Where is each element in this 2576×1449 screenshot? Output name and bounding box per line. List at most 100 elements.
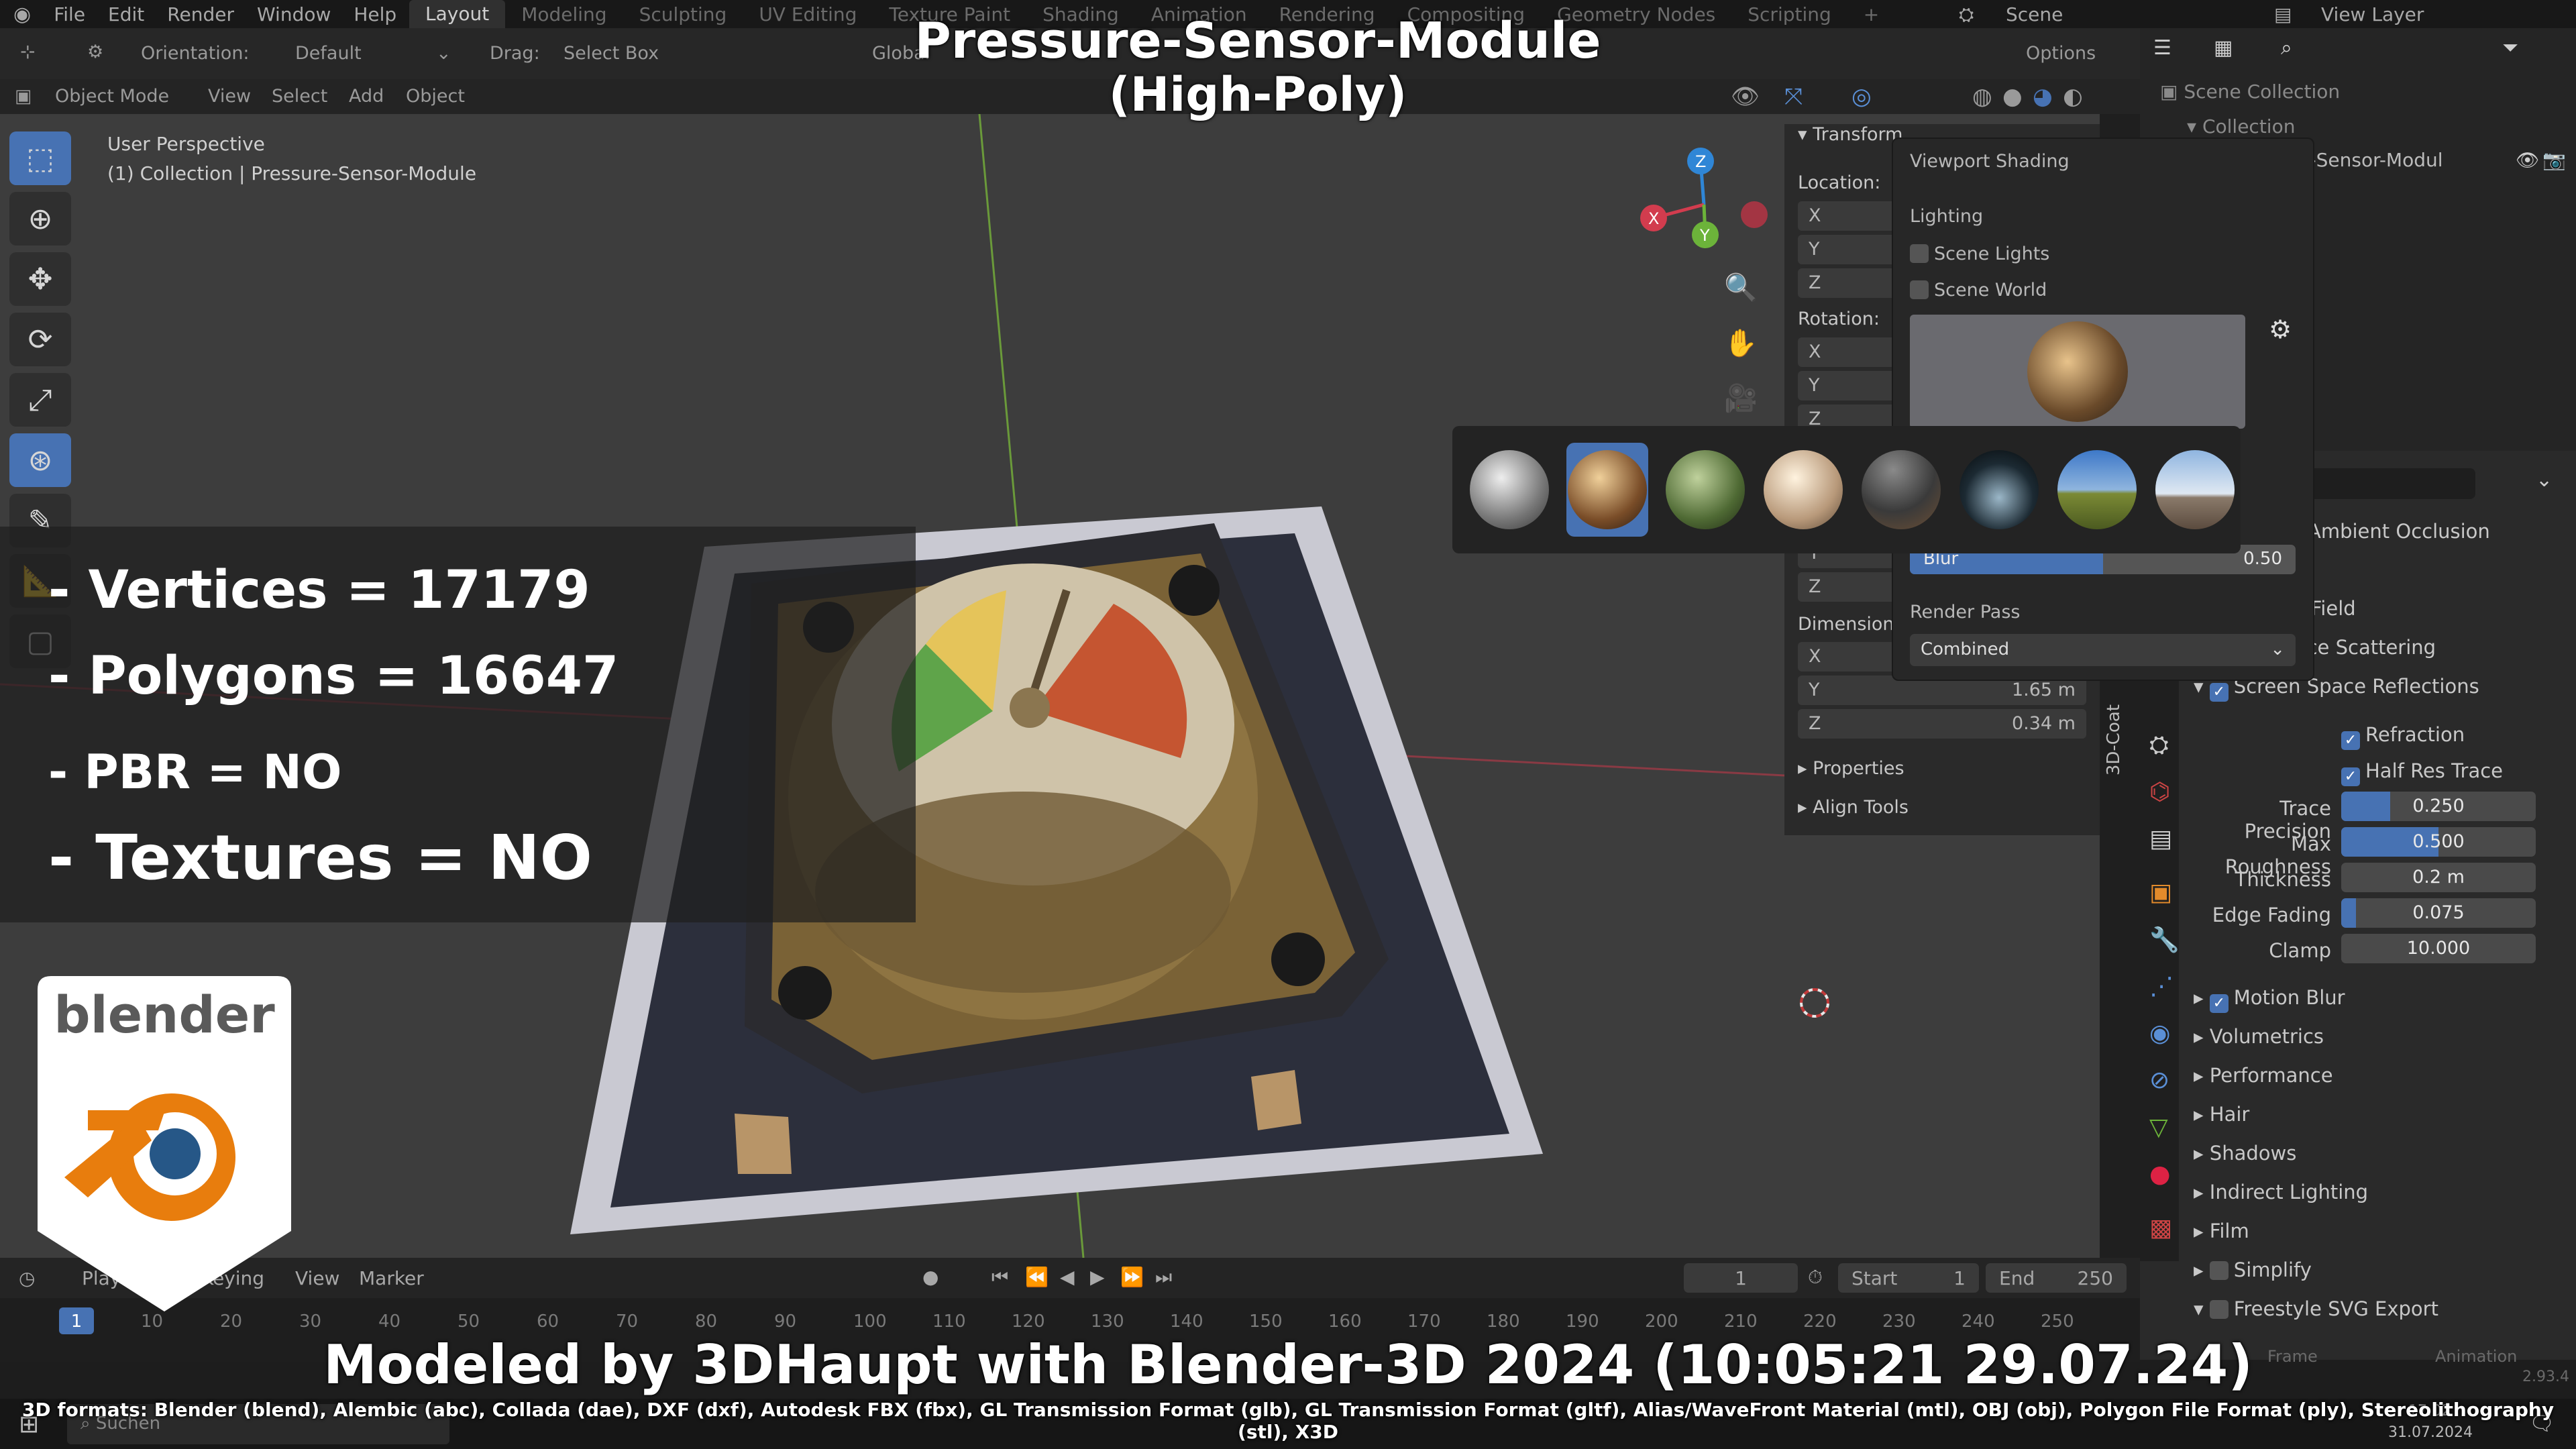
scale-tool[interactable]: ⤢ bbox=[9, 373, 71, 427]
jump-keyframe-forward-icon[interactable]: ⏩ bbox=[1120, 1266, 1144, 1288]
collection-row[interactable]: ▾ Collection bbox=[2187, 115, 2295, 138]
particles-tab-icon[interactable]: ⋰ bbox=[2149, 973, 2174, 1000]
scene-collection-row[interactable]: ▣ Scene Collection bbox=[2160, 80, 2340, 103]
render-tab-icon[interactable]: ⌬ bbox=[2149, 778, 2170, 806]
simplify-checkbox[interactable] bbox=[2209, 1261, 2229, 1280]
wireframe-shading-icon[interactable]: ◍ bbox=[1972, 83, 1992, 110]
hdri-option-4[interactable] bbox=[1762, 443, 1844, 537]
render-pass-dropdown[interactable]: Combined ⌄ bbox=[1910, 634, 2296, 666]
search-icon[interactable]: ⌕ bbox=[2281, 36, 2292, 60]
menu-render[interactable]: Render bbox=[167, 3, 234, 25]
data-tab-icon[interactable]: ▽ bbox=[2149, 1114, 2168, 1141]
film-panel[interactable]: ▸ Film bbox=[2194, 1220, 2249, 1242]
hdri-option-2[interactable] bbox=[1566, 443, 1648, 537]
scene-world-checkbox[interactable] bbox=[1910, 280, 1929, 299]
hdri-option-6[interactable] bbox=[1958, 443, 2040, 537]
record-icon[interactable]: ● bbox=[922, 1266, 938, 1288]
tool-icon[interactable]: ⚙ bbox=[87, 42, 103, 62]
jump-start-icon[interactable]: ⏮ bbox=[991, 1266, 1008, 1289]
menu-view[interactable]: View bbox=[208, 86, 251, 107]
start-frame-field[interactable]: Start 1 bbox=[1838, 1263, 1979, 1293]
navigation-gizmo[interactable]: Z X Y bbox=[1623, 141, 1784, 268]
play-reverse-icon[interactable]: ◀ bbox=[1060, 1266, 1075, 1288]
object-tab-icon[interactable]: ▣ bbox=[2149, 879, 2172, 906]
max-roughness-slider[interactable]: 0.500 bbox=[2341, 827, 2536, 857]
menu-add[interactable]: Add bbox=[349, 86, 384, 107]
jump-keyframe-back-icon[interactable]: ⏪ bbox=[1025, 1266, 1049, 1288]
texture-tab-icon[interactable]: ▩ bbox=[2149, 1214, 2172, 1242]
motion-blur-panel[interactable]: ▸ ✓ Motion Blur bbox=[2194, 986, 2345, 1013]
menu-object[interactable]: Object bbox=[406, 86, 465, 107]
add-workspace-button[interactable]: + bbox=[1847, 3, 1895, 25]
chevron-down-icon[interactable]: ⌄ bbox=[2536, 468, 2553, 492]
camera-icon[interactable]: 🎥 bbox=[1724, 382, 1758, 414]
hdri-option-7[interactable] bbox=[2056, 443, 2138, 537]
menu-help[interactable]: Help bbox=[354, 3, 396, 25]
tool-options-icon[interactable]: ⊹ bbox=[20, 42, 36, 62]
freestyle-panel[interactable]: ▾ Freestyle SVG Export bbox=[2194, 1297, 2438, 1320]
solid-shading-icon[interactable]: ● bbox=[2002, 83, 2023, 110]
jump-end-icon[interactable]: ⏭ bbox=[1155, 1266, 1172, 1289]
thickness-field[interactable]: 0.2 m bbox=[2341, 863, 2536, 892]
tab-layout[interactable]: Layout bbox=[409, 0, 506, 28]
tab-modeling[interactable]: Modeling bbox=[505, 3, 623, 25]
hdri-option-5[interactable] bbox=[1860, 443, 1942, 537]
hair-panel[interactable]: ▸ Hair bbox=[2194, 1103, 2249, 1126]
tab-uv-editing[interactable]: UV Editing bbox=[743, 3, 873, 25]
motion-blur-checkbox[interactable]: ✓ bbox=[2209, 994, 2229, 1013]
end-frame-field[interactable]: End 250 bbox=[1986, 1263, 2127, 1293]
options-dropdown[interactable]: Options bbox=[2026, 43, 2096, 64]
physics-tab-icon[interactable]: ◉ bbox=[2149, 1020, 2170, 1047]
select-box-tool[interactable]: ⬚ bbox=[9, 131, 71, 185]
orientation-dropdown[interactable]: Default bbox=[295, 43, 362, 64]
eye-icon[interactable]: 👁 bbox=[2516, 149, 2540, 171]
transform-tool[interactable]: ⊛ bbox=[9, 433, 71, 487]
ambient-occlusion-panel[interactable]: Ambient Occlusion bbox=[2308, 520, 2490, 543]
mode-dropdown[interactable]: Object Mode bbox=[55, 86, 169, 107]
performance-panel[interactable]: ▸ Performance bbox=[2194, 1064, 2333, 1087]
freestyle-checkbox[interactable] bbox=[2209, 1300, 2229, 1319]
current-frame-indicator[interactable]: 1 bbox=[59, 1307, 94, 1334]
modifier-tab-icon[interactable]: 🔧 bbox=[2149, 926, 2180, 954]
edge-fading-slider[interactable]: 0.075 bbox=[2341, 898, 2536, 928]
menu-edit[interactable]: Edit bbox=[108, 3, 144, 25]
tool-tab-icon[interactable]: ⛭ bbox=[2149, 731, 2169, 759]
visibility-icon[interactable]: 👁 bbox=[1731, 83, 1760, 110]
hdri-option-8[interactable] bbox=[2154, 443, 2236, 537]
properties-panel-header[interactable]: ▸ Properties bbox=[1798, 758, 1904, 779]
transform-panel-header[interactable]: ▾ Transform bbox=[1798, 124, 1902, 145]
current-frame-field[interactable]: 1 bbox=[1684, 1263, 1798, 1293]
tab-scripting[interactable]: Scripting bbox=[1731, 3, 1847, 25]
rotate-tool[interactable]: ⟳ bbox=[9, 313, 71, 366]
view-layer-selector[interactable]: View Layer bbox=[2321, 3, 2424, 25]
scene-lights-row[interactable]: Scene Lights bbox=[1910, 244, 2049, 264]
display-mode-icon[interactable]: ▦ bbox=[2214, 36, 2233, 60]
volumetrics-panel[interactable]: ▸ Volumetrics bbox=[2194, 1025, 2324, 1048]
editor-type-icon[interactable]: ◷ bbox=[19, 1267, 35, 1289]
clamp-field[interactable]: 10.000 bbox=[2341, 934, 2536, 963]
ssr-checkbox[interactable]: ✓ bbox=[2209, 683, 2229, 702]
trace-precision-slider[interactable]: 0.250 bbox=[2341, 792, 2536, 821]
rendered-shading-icon[interactable]: ◐ bbox=[2063, 83, 2083, 110]
hdri-preview[interactable] bbox=[1910, 315, 2245, 429]
gizmo-icon[interactable]: ⤧ bbox=[1784, 83, 1803, 110]
half-res-row[interactable]: ✓ Half Res Trace bbox=[2341, 759, 2503, 786]
material-preview-icon[interactable]: ◕ bbox=[2033, 83, 2053, 110]
refraction-checkbox[interactable]: ✓ bbox=[2341, 731, 2360, 750]
shadows-panel[interactable]: ▸ Shadows bbox=[2194, 1142, 2296, 1165]
half-res-checkbox[interactable]: ✓ bbox=[2341, 767, 2360, 786]
output-tab-icon[interactable]: ▤ bbox=[2149, 825, 2172, 853]
drag-dropdown[interactable]: Select Box bbox=[564, 43, 659, 64]
scene-selector[interactable]: Scene bbox=[2006, 3, 2063, 25]
hdri-option-1[interactable] bbox=[1468, 443, 1550, 537]
camera-render-icon[interactable]: 📷 bbox=[2542, 149, 2566, 171]
zoom-icon[interactable]: 🔍 bbox=[1724, 272, 1758, 303]
pan-hand-icon[interactable]: ✋ bbox=[1724, 327, 1758, 359]
material-tab-icon[interactable]: ● bbox=[2149, 1161, 2170, 1188]
3d-cursor-icon[interactable] bbox=[1794, 983, 1835, 1023]
overlay-icon[interactable]: ◎ bbox=[1851, 83, 1872, 110]
blender-logo-icon[interactable]: ◉ bbox=[13, 3, 31, 26]
filter-icon[interactable]: ⏷ bbox=[2502, 36, 2518, 60]
clock-icon[interactable]: ⏱ bbox=[1808, 1266, 1823, 1289]
view-menu[interactable]: View bbox=[295, 1267, 339, 1289]
